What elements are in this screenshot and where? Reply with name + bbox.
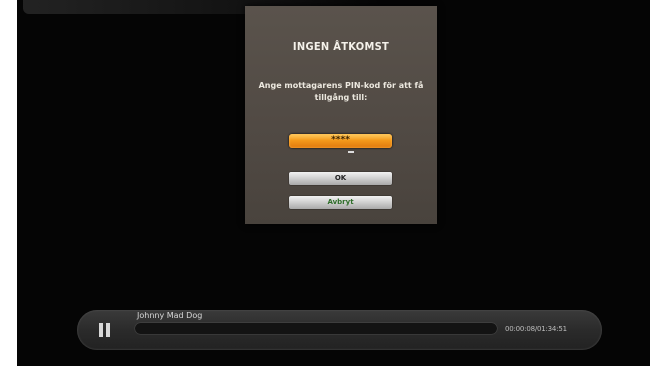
time-display: 00:00:08/01:34:51: [505, 325, 567, 333]
dialog-message: Ange mottagarens PIN-kod för att få till…: [258, 81, 424, 102]
pause-icon[interactable]: [99, 323, 111, 337]
pin-input[interactable]: ****: [289, 134, 392, 148]
access-denied-dialog: INGEN ÅTKOMST Ange mottagarens PIN-kod f…: [245, 6, 437, 224]
dialog-title: INGEN ÅTKOMST: [292, 40, 390, 53]
ok-button[interactable]: OK: [289, 172, 392, 185]
player-bar: Johnny Mad Dog 00:00:08/01:34:51: [77, 310, 602, 350]
video-screen: INGEN ÅTKOMST Ange mottagarens PIN-kod f…: [17, 0, 650, 366]
pin-cursor: [348, 151, 354, 153]
media-title: Johnny Mad Dog: [137, 311, 203, 320]
cancel-button[interactable]: Avbryt: [289, 196, 392, 209]
progress-bar[interactable]: [135, 323, 497, 334]
